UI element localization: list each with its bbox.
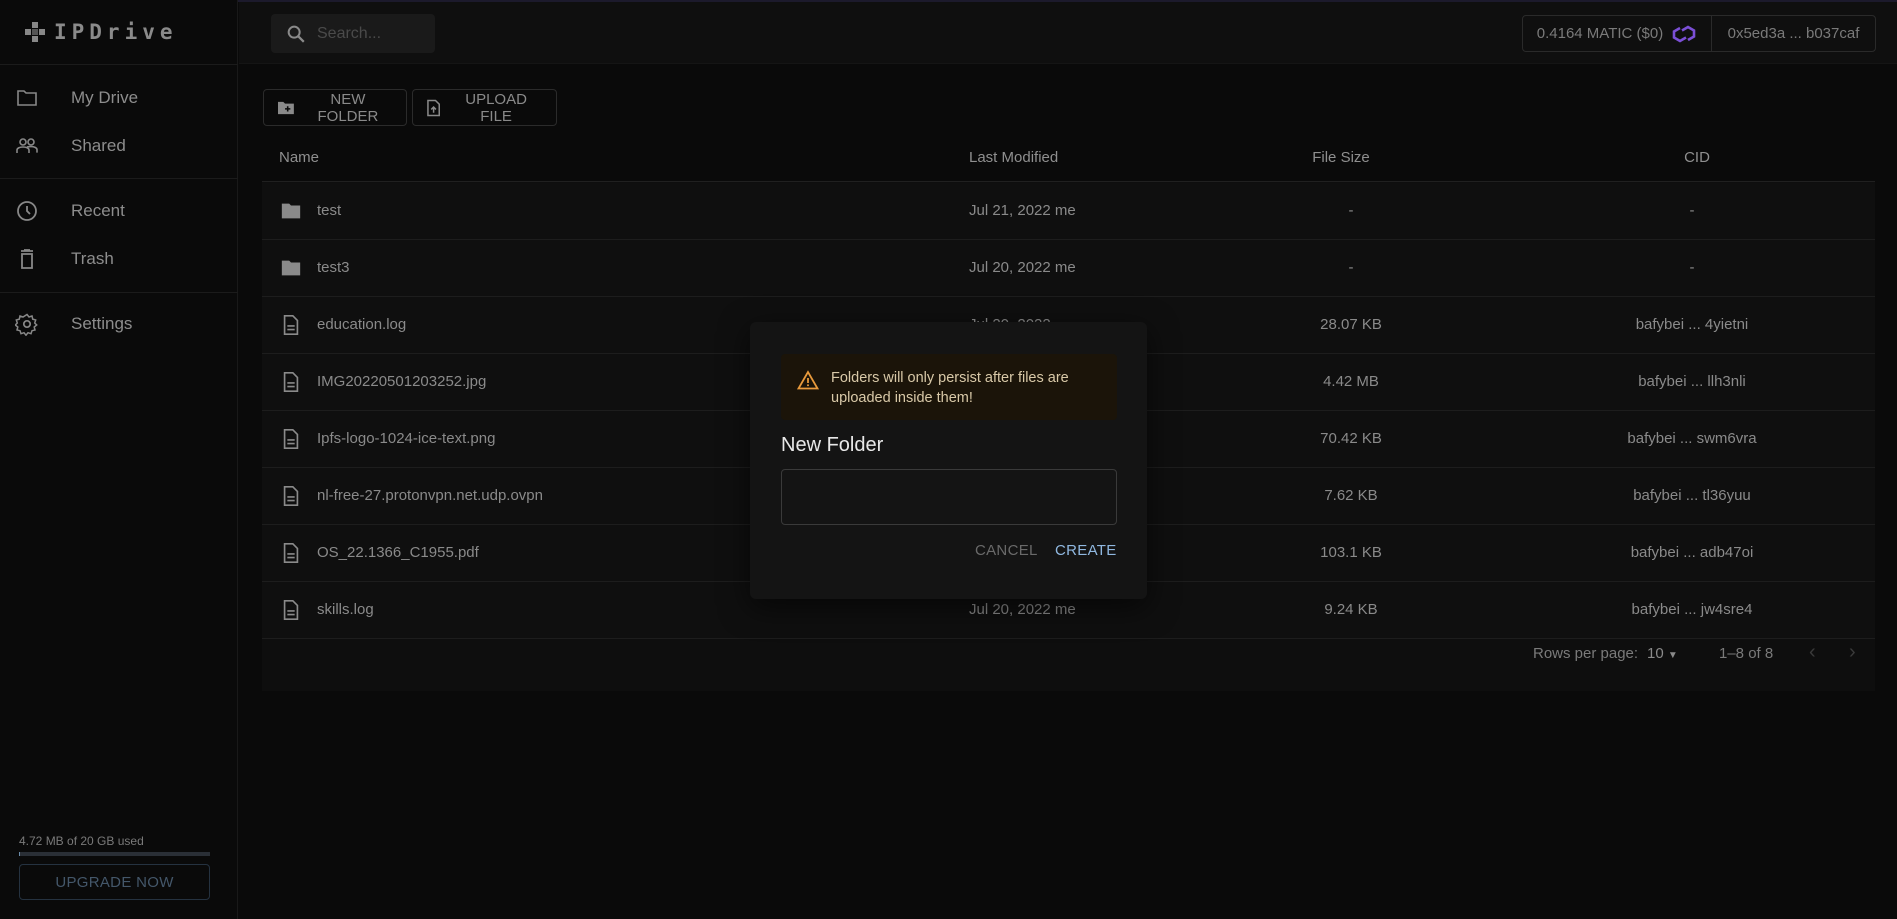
cid[interactable]: - bbox=[1592, 259, 1792, 276]
folder-outline-icon bbox=[17, 90, 37, 106]
folder-icon bbox=[281, 260, 301, 276]
sidebar-item-label: Shared bbox=[71, 136, 126, 155]
file-name: test3 bbox=[317, 259, 350, 276]
cid[interactable]: bafybei ... 4yietni bbox=[1592, 316, 1792, 333]
upload-file-button[interactable]: UPLOAD FILE bbox=[412, 89, 557, 126]
cid[interactable]: bafybei ... tl36yuu bbox=[1592, 487, 1792, 504]
file-name: skills.log bbox=[317, 601, 374, 618]
caret-down-icon: ▼ bbox=[1667, 650, 1678, 661]
column-header-cid[interactable]: CID bbox=[1597, 149, 1797, 166]
balance-display[interactable]: 0.4164 MATIC ($0) bbox=[1523, 16, 1712, 51]
new-folder-label: NEW FOLDER bbox=[317, 90, 379, 125]
folder-plus-icon bbox=[278, 101, 294, 114]
folder-icon bbox=[281, 203, 301, 219]
cid[interactable]: - bbox=[1592, 202, 1792, 219]
wallet-info: 0.4164 MATIC ($0) 0x5ed3a ... b037caf bbox=[1522, 15, 1876, 52]
logo-text: IPDrive bbox=[54, 20, 178, 44]
new-folder-dialog: Folders will only persist after files ar… bbox=[750, 322, 1147, 599]
file-name: test bbox=[317, 202, 342, 219]
sidebar: IPDrive My Drive Shared Recent Trash Set… bbox=[0, 0, 238, 919]
divider bbox=[0, 292, 238, 293]
gear-icon bbox=[15, 313, 38, 336]
last-modified: Jul 20, 2022 me bbox=[969, 601, 1076, 618]
storage-progress-fill bbox=[19, 852, 20, 856]
rows-per-page-label: Rows per page: bbox=[1533, 645, 1639, 662]
file-size: 4.42 MB bbox=[1323, 373, 1379, 390]
trash-icon bbox=[21, 249, 33, 269]
logo[interactable]: IPDrive bbox=[24, 20, 178, 44]
top-bar: 0.4164 MATIC ($0) 0x5ed3a ... b037caf bbox=[239, 2, 1897, 64]
create-button[interactable]: CREATE bbox=[1055, 542, 1117, 559]
cid[interactable]: bafybei ... adb47oi bbox=[1592, 544, 1792, 561]
warning-alert: Folders will only persist after files ar… bbox=[781, 354, 1117, 420]
new-folder-button[interactable]: NEW FOLDER bbox=[263, 89, 407, 126]
logo-icon bbox=[25, 22, 45, 42]
warning-text: Folders will only persist after files ar… bbox=[831, 370, 1069, 406]
next-page-icon[interactable]: › bbox=[1849, 641, 1856, 664]
warning-icon bbox=[797, 370, 819, 390]
rows-per-page-value: 10 bbox=[1647, 645, 1664, 662]
file-size: - bbox=[1348, 259, 1354, 276]
search-input[interactable] bbox=[317, 24, 427, 43]
storage-usage-text: 4.72 MB of 20 GB used bbox=[19, 834, 144, 848]
storage-progress-bar bbox=[19, 852, 210, 856]
file-name: education.log bbox=[317, 316, 407, 333]
file-upload-icon bbox=[427, 99, 440, 116]
file-size: - bbox=[1348, 202, 1354, 219]
table-header: Name Last Modified File Size CID bbox=[262, 134, 1875, 182]
dialog-title: New Folder bbox=[781, 434, 884, 456]
file-name: nl-free-27.protonvpn.net.udp.ovpn bbox=[317, 487, 543, 504]
file-name: IMG20220501203252.jpg bbox=[317, 373, 487, 390]
previous-page-icon[interactable]: ‹ bbox=[1809, 641, 1816, 664]
last-modified: Jul 20, 2022 me bbox=[969, 259, 1076, 276]
sidebar-item-my-drive[interactable]: My Drive bbox=[0, 76, 238, 120]
search-icon bbox=[287, 25, 305, 43]
search-box[interactable] bbox=[271, 14, 435, 53]
sidebar-item-label: Recent bbox=[71, 201, 125, 220]
last-modified: Jul 21, 2022 me bbox=[969, 202, 1076, 219]
sidebar-item-label: My Drive bbox=[71, 88, 139, 107]
sidebar-item-label: Trash bbox=[71, 249, 114, 268]
file-icon bbox=[283, 429, 299, 449]
upload-file-label: UPLOAD FILE bbox=[465, 90, 527, 125]
column-header-last-modified[interactable]: Last Modified bbox=[969, 149, 1058, 166]
cancel-button[interactable]: CANCEL bbox=[975, 542, 1038, 559]
pagination-range: 1–8 of 8 bbox=[1719, 645, 1774, 662]
file-icon bbox=[283, 315, 299, 335]
file-icon bbox=[283, 372, 299, 392]
file-size: 103.1 KB bbox=[1320, 544, 1382, 561]
rows-per-page-select[interactable]: 10 ▼ bbox=[1647, 645, 1678, 662]
table-row[interactable]: test3 Jul 20, 2022 me - - bbox=[262, 240, 1875, 297]
file-size: 7.62 KB bbox=[1324, 487, 1378, 504]
file-icon bbox=[283, 486, 299, 506]
sidebar-item-label: Settings bbox=[71, 314, 133, 333]
sidebar-item-trash[interactable]: Trash bbox=[0, 237, 238, 281]
clock-icon bbox=[17, 201, 37, 221]
column-header-file-size[interactable]: File Size bbox=[1252, 149, 1430, 166]
balance-text: 0.4164 MATIC ($0) bbox=[1536, 25, 1664, 42]
wallet-address[interactable]: 0x5ed3a ... b037caf bbox=[1712, 16, 1875, 51]
column-header-name[interactable]: Name bbox=[279, 149, 319, 166]
sidebar-item-shared[interactable]: Shared bbox=[0, 124, 238, 168]
sidebar-item-settings[interactable]: Settings bbox=[0, 302, 238, 346]
cid[interactable]: bafybei ... llh3nli bbox=[1592, 373, 1792, 390]
file-icon bbox=[283, 543, 299, 563]
file-size: 70.42 KB bbox=[1320, 430, 1382, 447]
folder-name-input[interactable] bbox=[781, 469, 1117, 525]
file-icon bbox=[283, 600, 299, 620]
cid[interactable]: bafybei ... jw4sre4 bbox=[1592, 601, 1792, 618]
cid[interactable]: bafybei ... swm6vra bbox=[1592, 430, 1792, 447]
divider bbox=[0, 64, 238, 65]
upgrade-now-button[interactable]: UPGRADE NOW bbox=[19, 864, 210, 900]
polygon-matic-icon bbox=[1672, 24, 1696, 43]
file-name: Ipfs-logo-1024-ice-text.png bbox=[317, 430, 496, 447]
file-size: 28.07 KB bbox=[1320, 316, 1382, 333]
file-size: 9.24 KB bbox=[1324, 601, 1378, 618]
sidebar-item-recent[interactable]: Recent bbox=[0, 189, 238, 233]
table-row[interactable]: test Jul 21, 2022 me - - bbox=[262, 183, 1875, 240]
divider bbox=[0, 178, 238, 179]
file-name: OS_22.1366_C1955.pdf bbox=[317, 544, 479, 561]
people-icon bbox=[16, 138, 38, 153]
